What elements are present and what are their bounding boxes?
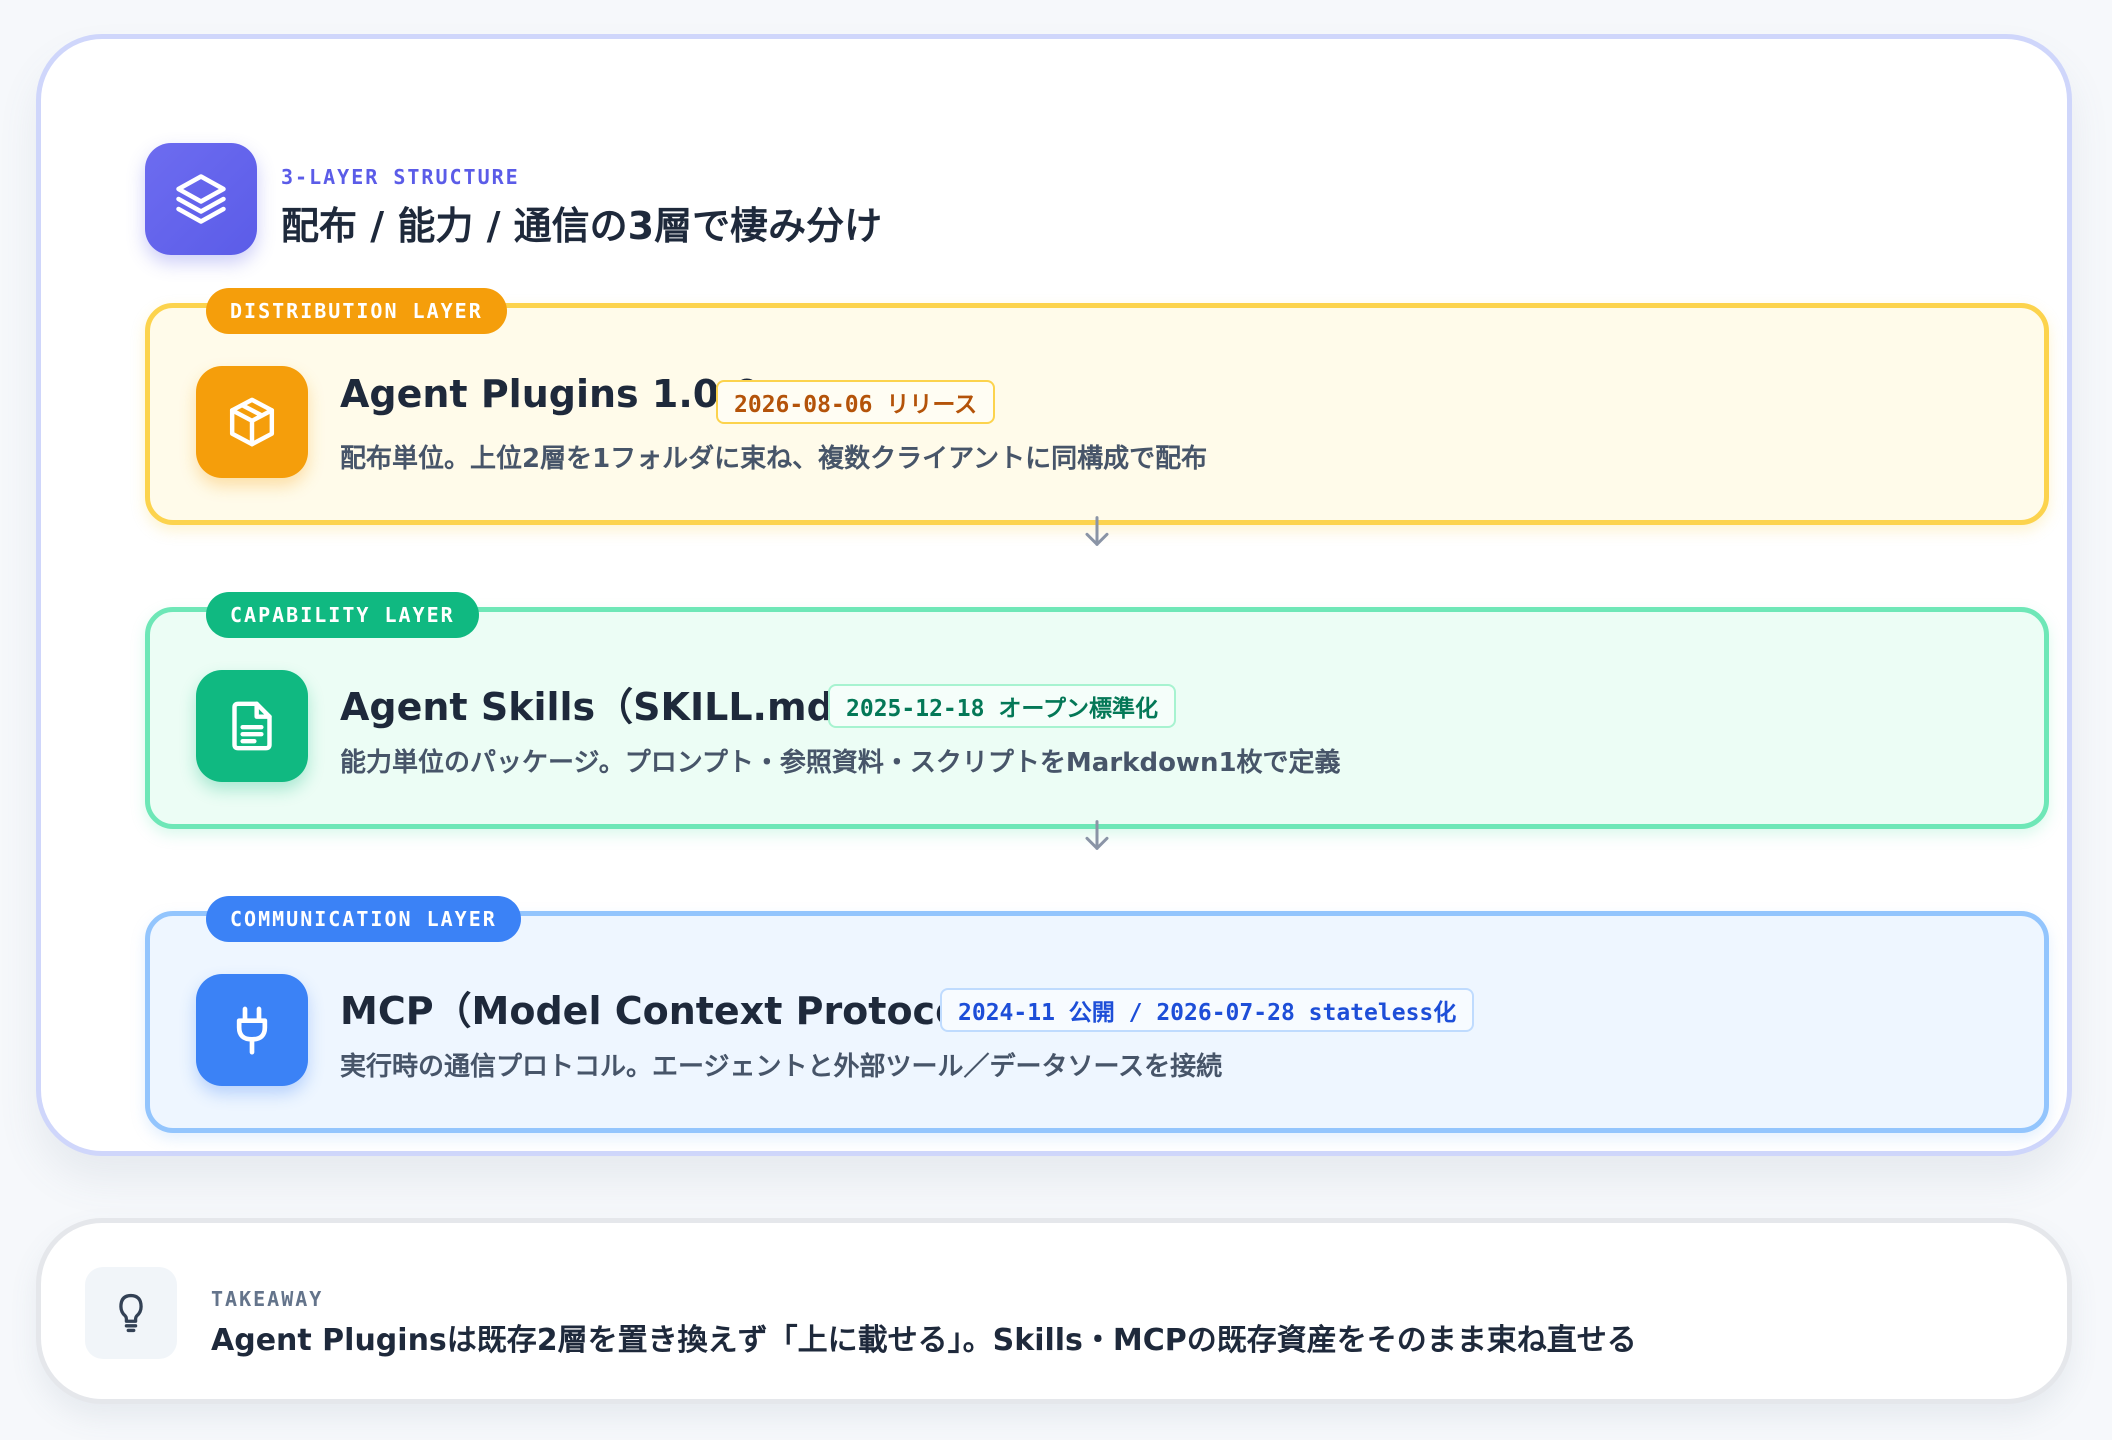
layer-description: 配布単位。上位2層を1フォルダに束ね、複数クライアントに同構成で配布 bbox=[340, 444, 1208, 474]
section-eyebrow: 3-LAYER STRUCTURE bbox=[281, 165, 520, 189]
arrow-down-icon bbox=[1085, 820, 1109, 850]
release-badge: 2026-08-06 リリース bbox=[716, 380, 996, 424]
layer-title: MCP（Model Context Protocol） bbox=[340, 989, 1013, 1033]
release-badge: 2025-12-18 オープン標準化 bbox=[828, 684, 1176, 728]
layer-tag: COMMUNICATION LAYER bbox=[206, 896, 521, 942]
takeaway-label: TAKEAWAY bbox=[211, 1287, 324, 1311]
plug-icon bbox=[196, 974, 308, 1086]
capability-layer: CAPABILITY LAYER Agent Skills（SKILL.md） … bbox=[145, 592, 2049, 829]
layer-description: 実行時の通信プロトコル。エージェントと外部ツール／データソースを接続 bbox=[340, 1052, 1223, 1082]
layers-icon bbox=[145, 143, 257, 255]
structure-card: 3-LAYER STRUCTURE 配布 / 能力 / 通信の3層で棲み分け D… bbox=[36, 34, 2072, 1156]
package-icon bbox=[196, 366, 308, 478]
release-badge: 2024-11 公開 / 2026-07-28 stateless化 bbox=[940, 988, 1475, 1032]
distribution-layer: DISTRIBUTION LAYER Agent Plugins 1.0.0 2… bbox=[145, 288, 2049, 525]
layer-title: Agent Skills（SKILL.md） bbox=[340, 685, 872, 729]
layer-tag: CAPABILITY LAYER bbox=[206, 592, 479, 638]
layer-description: 能力単位のパッケージ。プロンプト・参照資料・スクリプトをMarkdown1枚で定… bbox=[340, 748, 1341, 778]
page-title: 配布 / 能力 / 通信の3層で棲み分け bbox=[281, 204, 883, 248]
layer-tag: DISTRIBUTION LAYER bbox=[206, 288, 507, 334]
lightbulb-icon bbox=[85, 1267, 177, 1359]
takeaway-card: TAKEAWAY Agent Pluginsは既存2層を置き換えず「上に載せる」… bbox=[36, 1218, 2072, 1404]
takeaway-text: Agent Pluginsは既存2層を置き換えず「上に載せる」。Skills・M… bbox=[211, 1323, 1637, 1358]
communication-layer: COMMUNICATION LAYER MCP（Model Context Pr… bbox=[145, 896, 2049, 1133]
arrow-down-icon bbox=[1085, 516, 1109, 546]
layer-title: Agent Plugins 1.0.0 bbox=[340, 372, 761, 416]
document-icon bbox=[196, 670, 308, 782]
